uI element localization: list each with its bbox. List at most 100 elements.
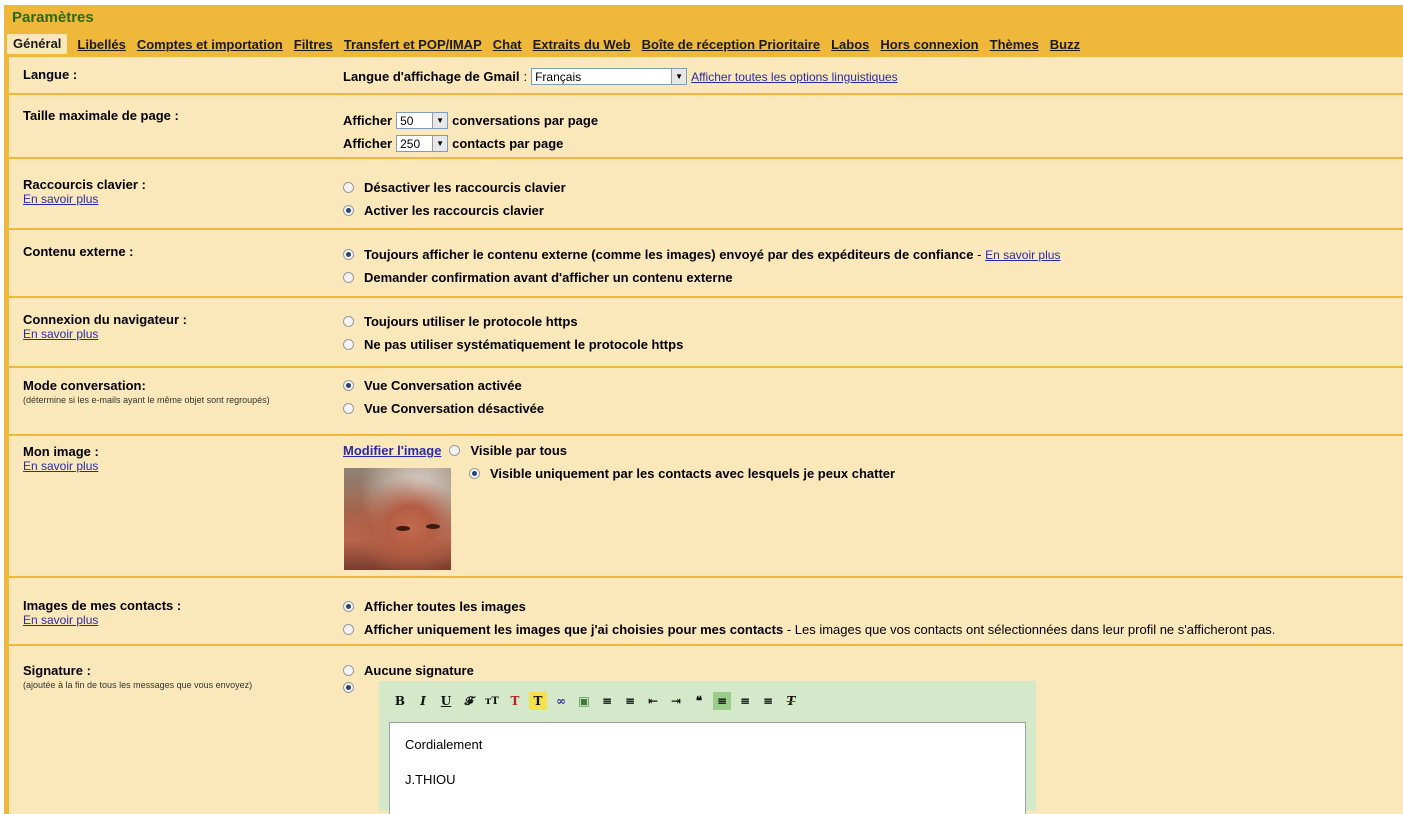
shortcuts-off-text: Désactiver les raccourcis clavier — [364, 180, 566, 195]
indent-more-icon[interactable]: ⇥ — [667, 692, 685, 710]
formatting-toolbar: B I U 𝓕 тT T T ∞ ▣ ≡ ≡ ⇤ ⇥ ❝ ≡ ≡ ≡ T — [391, 691, 805, 711]
always-https-option[interactable]: Toujours utiliser le protocole https — [343, 310, 683, 333]
my-picture-learn-more-link[interactable]: En savoir plus — [23, 459, 343, 473]
chevron-down-icon: ▼ — [432, 113, 448, 128]
show-label: Afficher — [343, 113, 393, 128]
quote-icon[interactable]: ❝ — [690, 692, 708, 710]
external-ask-text: Demander confirmation avant d'afficher u… — [364, 270, 733, 285]
tab-offline[interactable]: Hors connexion — [880, 37, 978, 52]
external-content-ask-option[interactable]: Demander confirmation avant d'afficher u… — [343, 266, 1060, 289]
tab-priority-inbox[interactable]: Boîte de réception Prioritaire — [642, 37, 820, 52]
radio-button-selected[interactable] — [343, 380, 354, 391]
no-signature-text: Aucune signature — [364, 663, 474, 678]
tab-labs[interactable]: Labos — [831, 37, 869, 52]
radio-button[interactable] — [343, 403, 354, 414]
highlight-color-icon[interactable]: T — [529, 692, 547, 710]
external-content-row: Contenu externe : Toujours afficher le c… — [9, 230, 1403, 298]
tab-buzz[interactable]: Buzz — [1050, 37, 1080, 52]
radio-button-selected[interactable] — [469, 468, 480, 479]
language-colon: : — [523, 69, 528, 84]
numbered-list-icon[interactable]: ≡ — [598, 692, 616, 710]
radio-button[interactable] — [343, 316, 354, 327]
settings-tabs: Général Libellés Comptes et importation … — [7, 33, 1091, 55]
signature-row: Signature : (ajoutée à la fin de tous le… — [9, 646, 1403, 814]
shortcuts-off-option[interactable]: Désactiver les raccourcis clavier — [343, 176, 566, 199]
radio-button[interactable] — [449, 445, 461, 456]
avatar-eye — [396, 526, 410, 531]
align-center-icon[interactable]: ≡ — [736, 692, 754, 710]
conversation-off-text: Vue Conversation désactivée — [364, 401, 545, 416]
keyboard-shortcuts-label: Raccourcis clavier : — [23, 177, 146, 192]
no-signature-option[interactable]: Aucune signature — [343, 659, 474, 682]
link-icon[interactable]: ∞ — [552, 692, 570, 710]
my-picture-label: Mon image : — [23, 444, 99, 459]
radio-button-selected[interactable] — [343, 249, 354, 260]
radio-button[interactable] — [343, 339, 354, 350]
no-https-option[interactable]: Ne pas utiliser systématiquement le prot… — [343, 333, 683, 356]
contact-pictures-learn-more-link[interactable]: En savoir plus — [23, 613, 343, 627]
tab-accounts-import[interactable]: Comptes et importation — [137, 37, 283, 52]
avatar-eye — [426, 524, 440, 529]
bulleted-list-icon[interactable]: ≡ — [621, 692, 639, 710]
signature-line: J.THIOU — [405, 772, 456, 787]
all-language-options-link[interactable]: Afficher toutes les options linguistique… — [691, 70, 898, 84]
tab-themes[interactable]: Thèmes — [990, 37, 1039, 52]
conversation-view-on-option[interactable]: Vue Conversation activée — [343, 374, 544, 397]
radio-button[interactable] — [343, 624, 354, 635]
my-picture-row: Mon image : En savoir plus Modifier l'im… — [9, 436, 1403, 578]
tab-forwarding-pop-imap[interactable]: Transfert et POP/IMAP — [344, 37, 482, 52]
tab-general[interactable]: Général — [7, 34, 68, 54]
browser-connection-learn-more-link[interactable]: En savoir plus — [23, 327, 343, 341]
settings-panel: Langue : Langue d'affichage de Gmail : F… — [9, 57, 1403, 814]
dash-separator: - — [973, 247, 986, 262]
show-my-pictures-option[interactable]: Afficher uniquement les images que j'ai … — [343, 618, 1275, 641]
conversation-view-off-option[interactable]: Vue Conversation désactivée — [343, 397, 544, 420]
show-all-pictures-option[interactable]: Afficher toutes les images — [343, 595, 1275, 618]
shortcuts-learn-more-link[interactable]: En savoir plus — [23, 192, 343, 206]
conversations-per-page-select[interactable]: 50 ▼ — [396, 112, 449, 129]
radio-button[interactable] — [343, 665, 354, 676]
contact-pictures-label: Images de mes contacts : — [23, 598, 182, 613]
radio-button[interactable] — [343, 272, 354, 283]
show-my-pictures-text: Afficher uniquement les images que j'ai … — [364, 622, 784, 637]
external-always-text: Toujours afficher le contenu externe (co… — [364, 247, 974, 262]
bold-icon[interactable]: B — [391, 692, 409, 710]
remove-formatting-icon[interactable]: T — [782, 692, 800, 710]
indent-less-icon[interactable]: ⇤ — [644, 692, 662, 710]
language-select[interactable]: Français ▼ — [531, 68, 688, 85]
visible-to-all-text: Visible par tous — [470, 443, 568, 458]
keyboard-shortcuts-row: Raccourcis clavier : En savoir plus Désa… — [9, 159, 1403, 230]
conversation-mode-row: Mode conversation: (détermine si les e-m… — [9, 368, 1403, 436]
change-picture-link[interactable]: Modifier l'image — [343, 443, 441, 458]
signature-text-area[interactable]: Cordialement J.THIOU — [389, 722, 1026, 814]
always-https-text: Toujours utiliser le protocole https — [364, 314, 578, 329]
signature-line: Cordialement — [405, 737, 483, 752]
conversation-mode-note: (détermine si les e-mails ayant le même … — [23, 395, 270, 405]
font-size-icon[interactable]: тT — [483, 692, 501, 710]
external-content-always-option[interactable]: Toujours afficher le contenu externe (co… — [343, 243, 1060, 266]
external-content-learn-more-link[interactable]: En savoir plus — [985, 248, 1060, 262]
italic-icon[interactable]: I — [414, 692, 432, 710]
signature-editor: B I U 𝓕 тT T T ∞ ▣ ≡ ≡ ⇤ ⇥ ❝ ≡ ≡ ≡ T Cor… — [379, 681, 1036, 814]
signature-note: (ajoutée à la fin de tous les messages q… — [23, 680, 253, 690]
radio-button-selected[interactable] — [343, 205, 354, 216]
image-icon[interactable]: ▣ — [575, 692, 593, 710]
chevron-down-icon: ▼ — [671, 69, 687, 84]
text-color-icon[interactable]: T — [506, 692, 524, 710]
tab-chat[interactable]: Chat — [493, 37, 522, 52]
radio-button-selected[interactable] — [343, 601, 354, 612]
visible-to-contacts-option[interactable]: Visible uniquement par les contacts avec… — [469, 462, 895, 485]
no-https-text: Ne pas utiliser systématiquement le prot… — [364, 337, 684, 352]
contacts-per-page-select[interactable]: 250 ▼ — [396, 135, 449, 152]
tab-labels[interactable]: Libellés — [77, 37, 125, 52]
align-right-icon[interactable]: ≡ — [759, 692, 777, 710]
page-size-label: Taille maximale de page : — [23, 108, 179, 123]
shortcuts-on-option[interactable]: Activer les raccourcis clavier — [343, 199, 566, 222]
radio-button-selected[interactable] — [343, 682, 354, 693]
tab-filters[interactable]: Filtres — [294, 37, 333, 52]
font-icon[interactable]: 𝓕 — [460, 692, 478, 710]
tab-web-clips[interactable]: Extraits du Web — [533, 37, 631, 52]
radio-button[interactable] — [343, 182, 354, 193]
align-left-icon[interactable]: ≡ — [713, 692, 731, 710]
underline-icon[interactable]: U — [437, 692, 455, 710]
